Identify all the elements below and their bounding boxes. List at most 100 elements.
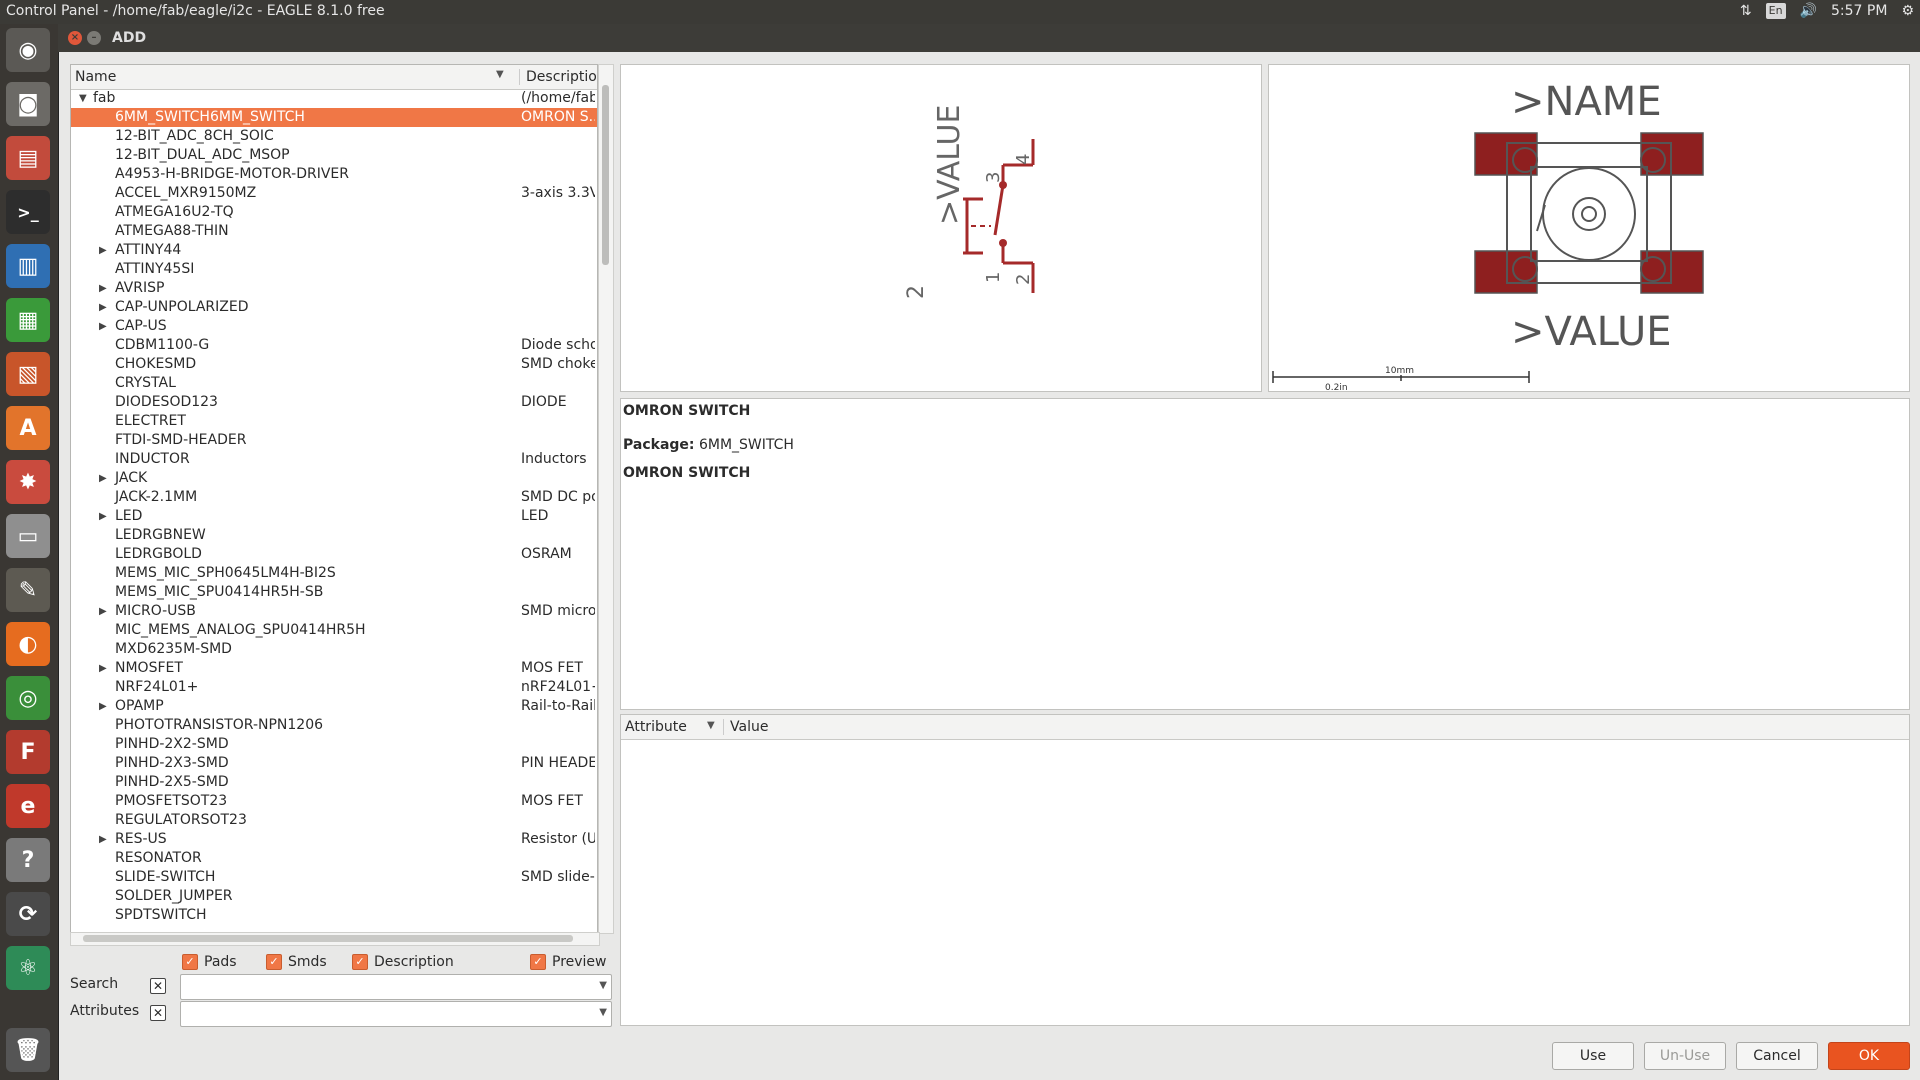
tree-row[interactable]: CHOKESMD SMD choke: [71, 355, 597, 374]
expand-closed-icon[interactable]: ▶: [99, 241, 107, 260]
help-icon[interactable]: ?: [6, 838, 50, 882]
check-icon[interactable]: ✓: [530, 954, 546, 970]
tree-vertical-scrollbar[interactable]: [598, 64, 614, 934]
tree-row[interactable]: 6MM_SWITCH6MM_SWITCH OMRON S...: [71, 108, 597, 127]
tree-row[interactable]: ▶ ATTINY44: [71, 241, 597, 260]
scroll-thumb[interactable]: [83, 935, 573, 942]
use-button[interactable]: Use: [1552, 1042, 1634, 1070]
expand-closed-icon[interactable]: ▶: [99, 279, 107, 298]
volume-icon[interactable]: 🔊: [1800, 3, 1817, 19]
tree-row[interactable]: SOLDER_JUMPER: [71, 887, 597, 906]
network-icon[interactable]: ⇅: [1740, 3, 1752, 19]
clock[interactable]: 5:57 PM: [1831, 3, 1887, 19]
chrome-icon[interactable]: ◎: [6, 676, 50, 720]
expand-closed-icon[interactable]: ▶: [99, 602, 107, 621]
tree-row[interactable]: CRYSTAL: [71, 374, 597, 393]
tree-row[interactable]: INDUCTOR Inductors: [71, 450, 597, 469]
expand-closed-icon[interactable]: ▶: [99, 830, 107, 849]
clear-attributes-icon[interactable]: ✕: [150, 1005, 166, 1021]
attributes-table[interactable]: Attribute ▼ Value: [620, 714, 1910, 1026]
description-column-header[interactable]: Description: [519, 69, 597, 85]
clear-search-icon[interactable]: ✕: [150, 978, 166, 994]
sort-down-icon[interactable]: ▼: [496, 69, 504, 80]
tree-row[interactable]: 12-BIT_ADC_8CH_SOIC: [71, 127, 597, 146]
tree-row[interactable]: DIODESOD123 DIODE: [71, 393, 597, 412]
settings-gear-icon[interactable]: ⚙: [1901, 3, 1914, 19]
tree-row[interactable]: CDBM1100-G Diode scho: [71, 336, 597, 355]
tree-row[interactable]: ATMEGA88-THIN: [71, 222, 597, 241]
tree-row[interactable]: 12-BIT_DUAL_ADC_MSOP: [71, 146, 597, 165]
preview-checkbox[interactable]: ✓ Preview: [530, 954, 607, 970]
sort-down-icon[interactable]: ▼: [707, 720, 715, 731]
expand-closed-icon[interactable]: ▶: [99, 469, 107, 488]
camera-icon[interactable]: ◙: [6, 82, 50, 126]
tree-row[interactable]: LEDRGBOLD OSRAM: [71, 545, 597, 564]
tree-row[interactable]: ATTINY45SI: [71, 260, 597, 279]
check-icon[interactable]: ✓: [182, 954, 198, 970]
expand-closed-icon[interactable]: ▶: [99, 317, 107, 336]
tree-row[interactable]: ACCEL_MXR9150MZ 3-axis 3.3V: [71, 184, 597, 203]
tree-row[interactable]: SPDTSWITCH: [71, 906, 597, 925]
tree-row[interactable]: ▶ RES-US Resistor (U: [71, 830, 597, 849]
tree-row[interactable]: ▶ JACK: [71, 469, 597, 488]
calc-icon[interactable]: ▦: [6, 298, 50, 342]
fritzing-icon[interactable]: F: [6, 730, 50, 774]
minimize-icon[interactable]: –: [87, 31, 101, 45]
tree-row[interactable]: PHOTOTRANSISTOR-NPN1206: [71, 716, 597, 735]
tree-row[interactable]: ▶ MICRO-USB SMD micro: [71, 602, 597, 621]
check-icon[interactable]: ✓: [266, 954, 282, 970]
system-settings-icon[interactable]: ✸: [6, 460, 50, 504]
name-column-header[interactable]: Name: [75, 69, 116, 85]
tree-row[interactable]: PINHD-2X3-SMD PIN HEADE: [71, 754, 597, 773]
trash-icon[interactable]: 🗑: [6, 1028, 50, 1072]
description-checkbox[interactable]: ✓ Description: [352, 954, 454, 970]
software-center-icon[interactable]: A: [6, 406, 50, 450]
tree-row[interactable]: MEMS_MIC_SPU0414HR5H-SB: [71, 583, 597, 602]
tree-row[interactable]: MIC_MEMS_ANALOG_SPU0414HR5H: [71, 621, 597, 640]
expand-closed-icon[interactable]: ▶: [99, 507, 107, 526]
tree-row[interactable]: ▶ CAP-US: [71, 317, 597, 336]
ubuntu-dash-icon[interactable]: ◉: [6, 28, 50, 72]
tree-row[interactable]: A4953-H-BRIDGE-MOTOR-DRIVER: [71, 165, 597, 184]
scroll-thumb[interactable]: [602, 85, 609, 265]
firefox-icon[interactable]: ◐: [6, 622, 50, 666]
tree-row[interactable]: ATMEGA16U2-TQ: [71, 203, 597, 222]
impress-icon[interactable]: ▧: [6, 352, 50, 396]
tree-row[interactable]: PINHD-2X2-SMD: [71, 735, 597, 754]
keyboard-layout-indicator[interactable]: En: [1765, 3, 1786, 19]
tree-row[interactable]: MXD6235M-SMD: [71, 640, 597, 659]
package-preview[interactable]: >NAME >VALUE 10mm 0.2in: [1268, 64, 1910, 393]
tree-row[interactable]: ▶ OPAMP Rail-to-Rail: [71, 697, 597, 716]
pads-checkbox[interactable]: ✓ Pads: [182, 954, 237, 970]
smds-checkbox[interactable]: ✓ Smds: [266, 954, 327, 970]
gimp-icon[interactable]: ✎: [6, 568, 50, 612]
chevron-down-icon[interactable]: ▼: [599, 980, 607, 991]
tree-row[interactable]: NRF24L01+ nRF24L01+: [71, 678, 597, 697]
attributes-input[interactable]: ▼: [180, 1001, 612, 1027]
tree-row[interactable]: JACK-2.1MM SMD DC po: [71, 488, 597, 507]
library-tree[interactable]: Name ▼ Description ▼ fab (/home/fab 6MM_…: [70, 64, 598, 934]
tree-row[interactable]: ▶ AVRISP: [71, 279, 597, 298]
close-icon[interactable]: ×: [68, 31, 82, 45]
check-icon[interactable]: ✓: [352, 954, 368, 970]
eagle-icon[interactable]: e: [6, 784, 50, 828]
chevron-down-icon[interactable]: ▼: [599, 1007, 607, 1018]
tree-row[interactable]: PMOSFETSOT23 MOS FET: [71, 792, 597, 811]
tree-row[interactable]: ▶ CAP-UNPOLARIZED: [71, 298, 597, 317]
tree-horizontal-scrollbar[interactable]: [70, 932, 600, 946]
search-input[interactable]: ▼: [180, 974, 612, 1000]
ok-button[interactable]: OK: [1828, 1042, 1910, 1070]
tree-root-row[interactable]: ▼ fab (/home/fab: [71, 89, 597, 108]
tree-row[interactable]: ▶ LED LED: [71, 507, 597, 526]
disk-icon[interactable]: ▭: [6, 514, 50, 558]
tree-row[interactable]: FTDI-SMD-HEADER: [71, 431, 597, 450]
symbol-preview[interactable]: >VALUE 2 3 4 1 2: [620, 64, 1262, 392]
tree-row[interactable]: ELECTRET: [71, 412, 597, 431]
expand-open-icon[interactable]: ▼: [79, 89, 87, 108]
tree-row[interactable]: MEMS_MIC_SPH0645LM4H-BI2S: [71, 564, 597, 583]
tree-row[interactable]: SLIDE-SWITCH SMD slide-s: [71, 868, 597, 887]
cancel-button[interactable]: Cancel: [1736, 1042, 1818, 1070]
tree-row[interactable]: REGULATORSOT23: [71, 811, 597, 830]
tree-row[interactable]: ▶ NMOSFET MOS FET: [71, 659, 597, 678]
writer-icon[interactable]: ▥: [6, 244, 50, 288]
